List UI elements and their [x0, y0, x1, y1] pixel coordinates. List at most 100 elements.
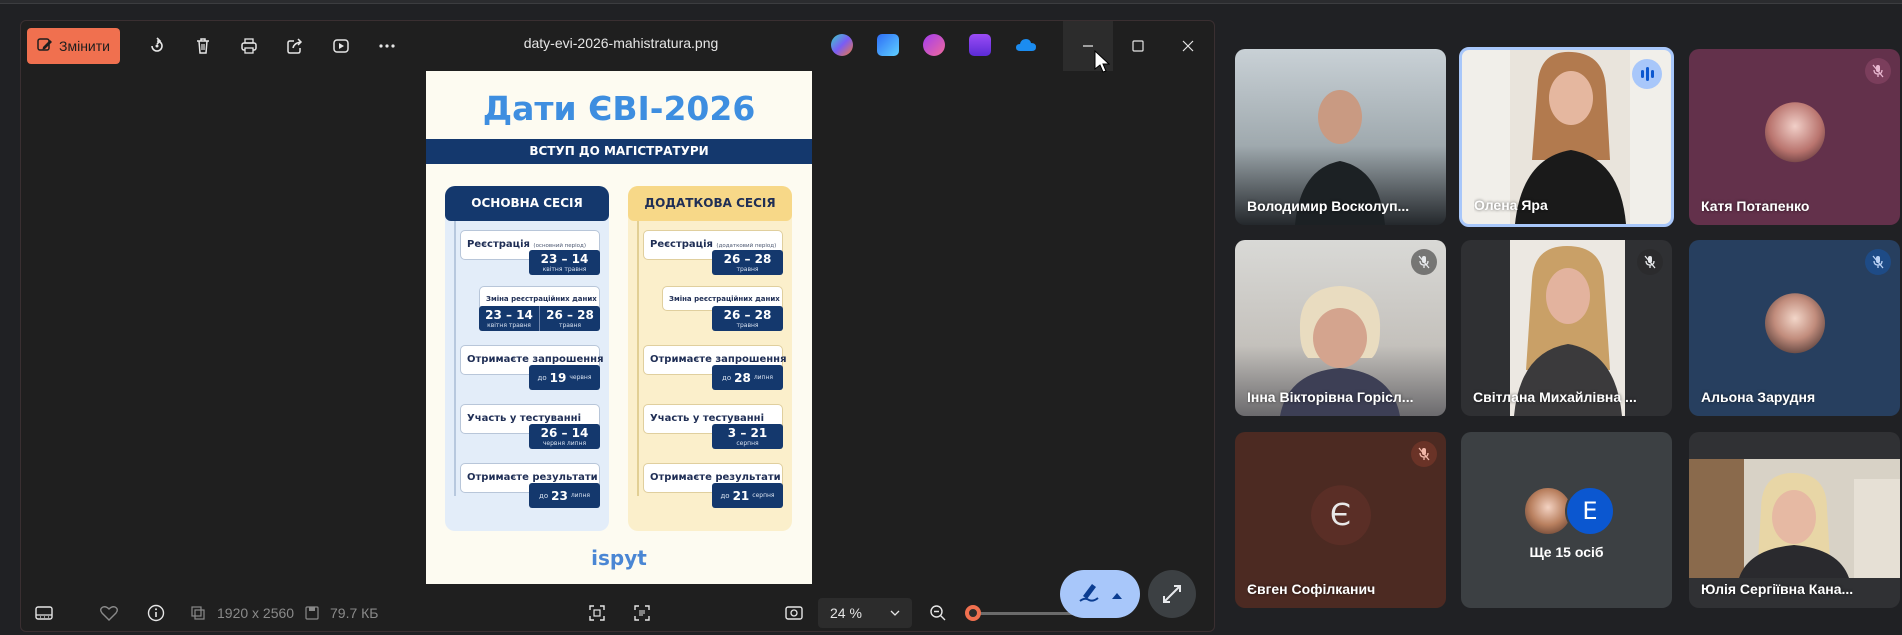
participant-name: Юлія Сергіївна Кана...	[1701, 581, 1854, 597]
step-label: Реєстрація	[467, 239, 530, 250]
expand-icon	[1163, 585, 1181, 603]
designer-icon[interactable]	[877, 34, 899, 56]
expand-button[interactable]	[1148, 570, 1196, 618]
edit-button[interactable]: Змінити	[27, 28, 120, 64]
main-registration-date: 23 – 14 квітня травня	[529, 250, 600, 275]
share-icon[interactable]	[283, 34, 307, 58]
speaking-indicator-icon	[1632, 59, 1662, 89]
avatar: E	[1565, 486, 1615, 536]
ocr-scan-icon[interactable]	[586, 602, 608, 624]
text-scan-icon[interactable]	[631, 602, 653, 624]
participant-tile[interactable]: Світлана Михайлівна ...	[1461, 240, 1672, 416]
step-note: (додатковий період)	[716, 243, 777, 249]
filmstrip-icon[interactable]	[33, 602, 55, 624]
actual-size-icon[interactable]	[783, 602, 805, 624]
delete-icon[interactable]	[191, 34, 215, 58]
participant-tile[interactable]: Інна Вікторівна Горісл...	[1235, 240, 1446, 416]
mouse-cursor-icon	[1094, 50, 1110, 73]
clipchamp-icon[interactable]	[923, 34, 945, 56]
zoom-slider-track[interactable]	[971, 612, 1081, 615]
viewer-bottom-bar: 1920 x 2560 79.7 КБ 24 %	[21, 594, 1214, 631]
participant-tile[interactable]: Юлія Сергіївна Кана...	[1689, 432, 1900, 608]
extra-registration-date: 26 – 28 травня	[712, 250, 783, 275]
zoom-level-select[interactable]: 24 %	[818, 598, 912, 628]
participant-tile-speaking[interactable]: Олена Яра	[1459, 47, 1674, 227]
favorite-icon[interactable]	[98, 602, 120, 624]
muted-mic-icon	[1865, 249, 1891, 275]
participant-name: Володимир Восколуп...	[1247, 198, 1410, 214]
participant-tile[interactable]: Альона Зарудня	[1689, 240, 1900, 416]
close-button[interactable]	[1163, 21, 1213, 71]
more-icon[interactable]	[375, 34, 399, 58]
extra-change-date: 26 – 28 травня	[712, 306, 783, 331]
ispyt-logo: ispyt	[591, 546, 647, 570]
image-dimensions: 1920 x 2560	[217, 605, 295, 621]
edit-button-label: Змінити	[59, 38, 110, 54]
zoom-slider-thumb[interactable]	[965, 605, 981, 621]
edit-icon	[37, 37, 53, 56]
pen-icon	[1077, 580, 1101, 608]
extra-test-date: 3 – 21 серпня	[712, 424, 783, 449]
extra-result-date: до 21 серпня	[712, 483, 783, 508]
screen: Змінити daty-evi-2026-mahistratura.png Д…	[0, 0, 1902, 635]
participant-name: Інна Вікторівна Горісл...	[1247, 389, 1414, 405]
dimensions-icon	[187, 602, 209, 624]
file-name: daty-evi-2026-mahistratura.png	[523, 35, 719, 51]
more-participants-label: Ще 15 осіб	[1529, 544, 1604, 560]
minimize-icon	[1083, 45, 1093, 47]
file-size: 79.7 КБ	[330, 605, 379, 621]
close-icon	[1182, 40, 1194, 52]
participant-name: Катя Потапенко	[1701, 198, 1810, 214]
rotate-icon[interactable]	[145, 34, 169, 58]
extra-session-heading: ДОДАТКОВА СЕСІЯ	[628, 186, 792, 221]
annotate-button[interactable]	[1060, 570, 1140, 618]
file-size-icon	[301, 602, 323, 624]
step-label: Реєстрація	[650, 239, 713, 250]
participant-name: Альона Зарудня	[1701, 389, 1816, 405]
print-icon[interactable]	[237, 34, 261, 58]
main-change-dates: 23 – 14 квітня травня 26 – 28 травня	[479, 306, 600, 331]
avatar	[1764, 293, 1825, 354]
caret-up-icon	[1111, 585, 1123, 604]
main-test-date: 26 – 14 червня липня	[529, 424, 600, 449]
timeline-line	[454, 221, 456, 496]
main-session-heading: ОСНОВНА СЕСІЯ	[445, 186, 609, 221]
extra-invite-date: до 28 липня	[712, 365, 783, 390]
step-note: (основний період)	[533, 243, 586, 249]
avatar	[1764, 102, 1825, 163]
chevron-down-icon	[890, 605, 900, 621]
maximize-button[interactable]	[1113, 21, 1163, 71]
slideshow-icon[interactable]	[329, 34, 353, 58]
muted-mic-icon	[1411, 249, 1437, 275]
participant-tile[interactable]: Володимир Восколуп...	[1235, 49, 1446, 225]
participant-name: Світлана Михайлівна ...	[1473, 389, 1637, 405]
muted-mic-icon	[1865, 58, 1891, 84]
maximize-icon	[1132, 40, 1144, 52]
timeline-line	[637, 221, 639, 496]
participant-video	[1689, 459, 1900, 578]
main-session-column: ОСНОВНА СЕСІЯ Реєстрація (основний періо…	[445, 186, 609, 531]
participant-tile[interactable]: Катя Потапенко	[1689, 49, 1900, 225]
muted-mic-icon	[1637, 249, 1663, 275]
participant-tile[interactable]: Є Євген Софілканич	[1235, 432, 1446, 608]
participant-name: Євген Софілканич	[1247, 581, 1376, 597]
main-result-date: до 23 липня	[529, 483, 600, 508]
zoom-level: 24 %	[830, 605, 862, 621]
poster-banner: ВСТУП ДО МАГІСТРАТУРИ	[426, 139, 812, 164]
viewer-toolbar: Змінити daty-evi-2026-mahistratura.png	[21, 21, 1214, 71]
photo-viewer-window: Змінити daty-evi-2026-mahistratura.png Д…	[20, 20, 1215, 632]
more-participants-tile[interactable]: E Ще 15 осіб	[1461, 432, 1672, 608]
stack-icon[interactable]	[969, 34, 991, 56]
poster-title: Дати ЄВІ-2026	[482, 89, 756, 128]
onedrive-icon[interactable]	[1015, 34, 1037, 56]
copilot-icon[interactable]	[831, 34, 853, 56]
extra-session-column: ДОДАТКОВА СЕСІЯ Реєстрація (додатковий п…	[628, 186, 792, 531]
top-strip	[0, 0, 1902, 4]
info-icon[interactable]	[145, 602, 167, 624]
muted-mic-icon	[1411, 441, 1437, 467]
displayed-image: Дати ЄВІ-2026 ВСТУП ДО МАГІСТРАТУРИ ОСНО…	[426, 71, 812, 584]
avatar: Є	[1310, 485, 1371, 546]
participant-name: Олена Яра	[1474, 197, 1548, 213]
main-invite-date: до 19 червня	[529, 365, 600, 390]
zoom-out-icon[interactable]	[927, 602, 949, 624]
